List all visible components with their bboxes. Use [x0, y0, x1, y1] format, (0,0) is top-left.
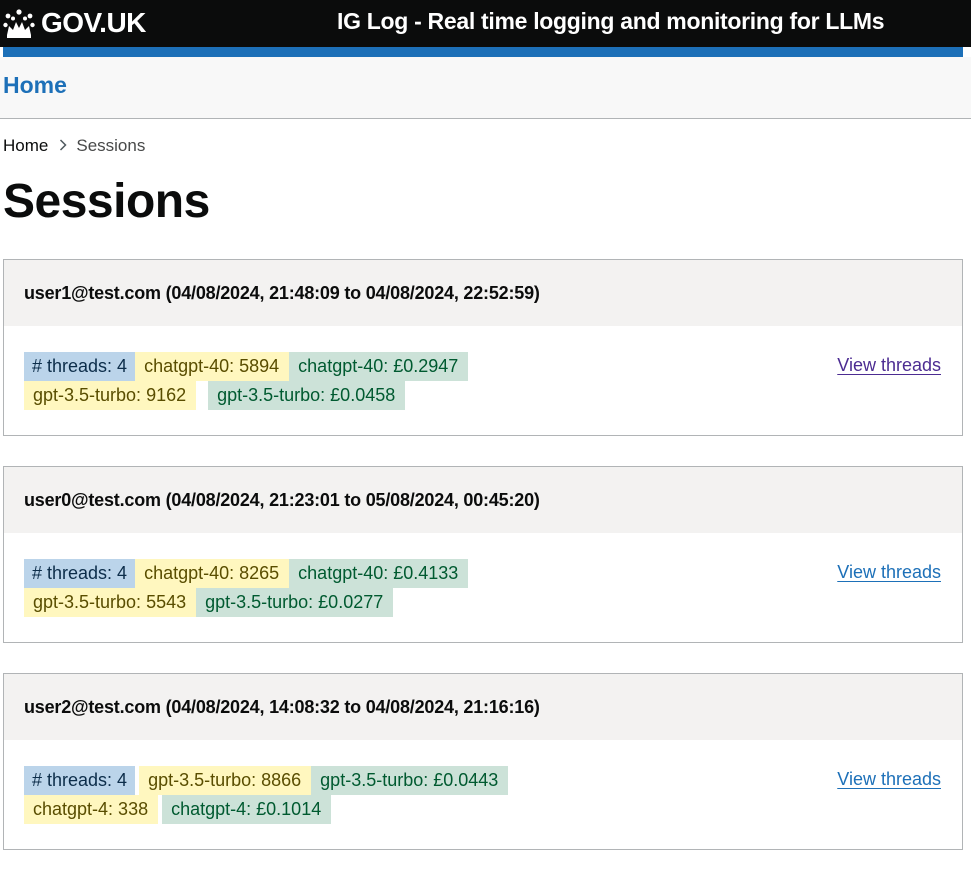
page-title: Sessions [3, 175, 210, 228]
cost-tag: gpt-3.5-turbo: £0.0458 [208, 381, 406, 410]
token-count-tag: gpt-3.5-turbo: 9162 [24, 381, 197, 410]
threads-count-tag: # threads: 4 [24, 766, 136, 795]
chevron-right-icon [59, 138, 67, 154]
breadcrumb: Home Sessions [3, 136, 145, 156]
stats-row: # threads: 4 gpt-3.5-turbo: 8866 gpt-3.5… [24, 766, 509, 795]
session-stats: # threads: 4 chatgpt-40: 8265 chatgpt-40… [24, 559, 469, 617]
stats-row: gpt-3.5-turbo: 9162 gpt-3.5-turbo: £0.04… [24, 381, 468, 410]
stats-row: gpt-3.5-turbo: 5543 gpt-3.5-turbo: £0.02… [24, 588, 468, 617]
site-header: GOV.UK IG Log - Real time logging and mo… [0, 0, 971, 57]
session-card: user2@test.com (04/08/2024, 14:08:32 to … [3, 673, 963, 850]
govuk-logo-link[interactable]: GOV.UK [3, 6, 146, 40]
cost-tag: chatgpt-4: £0.1014 [162, 795, 332, 824]
session-stats: # threads: 4 gpt-3.5-turbo: 8866 gpt-3.5… [24, 766, 509, 824]
stats-row: chatgpt-4: 338 chatgpt-4: £0.1014 [24, 795, 508, 824]
service-name-link[interactable]: IG Log - Real time logging and monitorin… [337, 8, 884, 35]
session-body: # threads: 4 chatgpt-40: 8265 chatgpt-40… [4, 533, 962, 642]
cost-tag: gpt-3.5-turbo: £0.0277 [196, 588, 394, 617]
token-count-tag: gpt-3.5-turbo: 8866 [139, 766, 312, 795]
view-threads-link[interactable]: View threads [837, 769, 941, 790]
header-blue-bar [3, 47, 963, 57]
logo-text: GOV.UK [41, 7, 146, 38]
token-count-tag: gpt-3.5-turbo: 5543 [24, 588, 197, 617]
crown-icon [3, 9, 35, 38]
session-body: # threads: 4 chatgpt-40: 5894 chatgpt-40… [4, 326, 962, 435]
threads-count-tag: # threads: 4 [24, 559, 136, 588]
view-threads-link[interactable]: View threads [837, 562, 941, 583]
cost-tag: chatgpt-40: £0.2947 [289, 352, 469, 381]
breadcrumb-current: Sessions [76, 136, 146, 155]
stats-row: # threads: 4 chatgpt-40: 5894 chatgpt-40… [24, 352, 469, 381]
nav-home-link[interactable]: Home [3, 72, 67, 99]
session-card: user0@test.com (04/08/2024, 21:23:01 to … [3, 466, 963, 643]
session-body: # threads: 4 gpt-3.5-turbo: 8866 gpt-3.5… [4, 740, 962, 849]
threads-count-tag: # threads: 4 [24, 352, 136, 381]
session-title: user1@test.com (04/08/2024, 21:48:09 to … [4, 260, 962, 326]
session-title: user2@test.com (04/08/2024, 14:08:32 to … [4, 674, 962, 740]
token-count-tag: chatgpt-40: 8265 [135, 559, 290, 588]
token-count-tag: chatgpt-4: 338 [24, 795, 159, 824]
token-count-tag: chatgpt-40: 5894 [135, 352, 290, 381]
stats-row: # threads: 4 chatgpt-40: 8265 chatgpt-40… [24, 559, 469, 588]
cost-tag: gpt-3.5-turbo: £0.0443 [311, 766, 509, 795]
view-threads-link[interactable]: View threads [837, 355, 941, 376]
cost-tag: chatgpt-40: £0.4133 [289, 559, 469, 588]
breadcrumb-home-link[interactable]: Home [3, 136, 48, 156]
service-navigation: Home [0, 57, 971, 119]
session-title: user0@test.com (04/08/2024, 21:23:01 to … [4, 467, 962, 533]
session-card: user1@test.com (04/08/2024, 21:48:09 to … [3, 259, 963, 436]
session-stats: # threads: 4 chatgpt-40: 5894 chatgpt-40… [24, 352, 469, 410]
